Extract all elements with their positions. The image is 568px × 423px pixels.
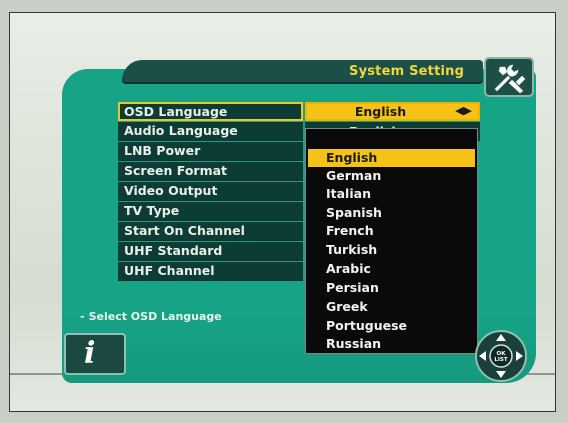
menu-item-audio-language[interactable]: Audio Language bbox=[118, 122, 303, 141]
menu-item-start-on-channel[interactable]: Start On Channel bbox=[118, 222, 303, 241]
menu-item-uhf-standard[interactable]: UHF Standard bbox=[118, 242, 303, 261]
menu-item-label: Video Output bbox=[124, 183, 218, 198]
menu-item-label: UHF Standard bbox=[124, 243, 223, 258]
dropdown-option-persian[interactable]: Persian bbox=[308, 279, 475, 297]
menu-item-uhf-channel[interactable]: UHF Channel bbox=[118, 262, 303, 281]
info-icon: i bbox=[64, 333, 126, 375]
left-right-arrows-icon: ◀▶ bbox=[455, 104, 472, 117]
dropdown-option-portuguese[interactable]: Portuguese bbox=[308, 317, 475, 335]
menu-item-osd-language[interactable]: OSD Language bbox=[118, 102, 303, 121]
tools-icon bbox=[484, 57, 534, 97]
language-dropdown: English German Italian Spanish French Tu… bbox=[305, 128, 478, 354]
hint-text: Select OSD Language bbox=[80, 310, 222, 323]
dropdown-option-spanish[interactable]: Spanish bbox=[308, 204, 475, 222]
menu-item-label: OSD Language bbox=[124, 104, 228, 119]
dropdown-option-arabic[interactable]: Arabic bbox=[308, 260, 475, 278]
dropdown-option-greek[interactable]: Greek bbox=[308, 298, 475, 316]
page-title: System Setting bbox=[349, 64, 465, 79]
dropdown-option-french[interactable]: French bbox=[308, 222, 475, 240]
dropdown-option-russian[interactable]: Russian bbox=[308, 335, 475, 353]
osd-language-value[interactable]: English ◀▶ bbox=[305, 102, 480, 121]
menu-item-label: TV Type bbox=[124, 203, 180, 218]
dropdown-option-german[interactable]: German bbox=[308, 167, 475, 185]
menu-item-tv-type[interactable]: TV Type bbox=[118, 202, 303, 221]
dropdown-option-italian[interactable]: Italian bbox=[308, 185, 475, 203]
menu-item-screen-format[interactable]: Screen Format bbox=[118, 162, 303, 181]
menu-item-label: LNB Power bbox=[124, 143, 201, 158]
info-glyph: i bbox=[84, 336, 96, 371]
dpad-ok-list-icon: OK LIST bbox=[475, 330, 527, 382]
menu-item-label: UHF Channel bbox=[124, 263, 215, 278]
dropdown-option-english[interactable]: English bbox=[308, 149, 475, 167]
menu-item-label: Screen Format bbox=[124, 163, 228, 178]
menu-item-label: Audio Language bbox=[124, 123, 238, 138]
menu-item-lnb-power[interactable]: LNB Power bbox=[118, 142, 303, 161]
menu-item-video-output[interactable]: Video Output bbox=[118, 182, 303, 201]
svg-text:LIST: LIST bbox=[494, 357, 508, 363]
menu-item-label: Start On Channel bbox=[124, 223, 245, 238]
osd-language-value-text: English bbox=[354, 104, 407, 119]
dropdown-option-turkish[interactable]: Turkish bbox=[308, 241, 475, 259]
